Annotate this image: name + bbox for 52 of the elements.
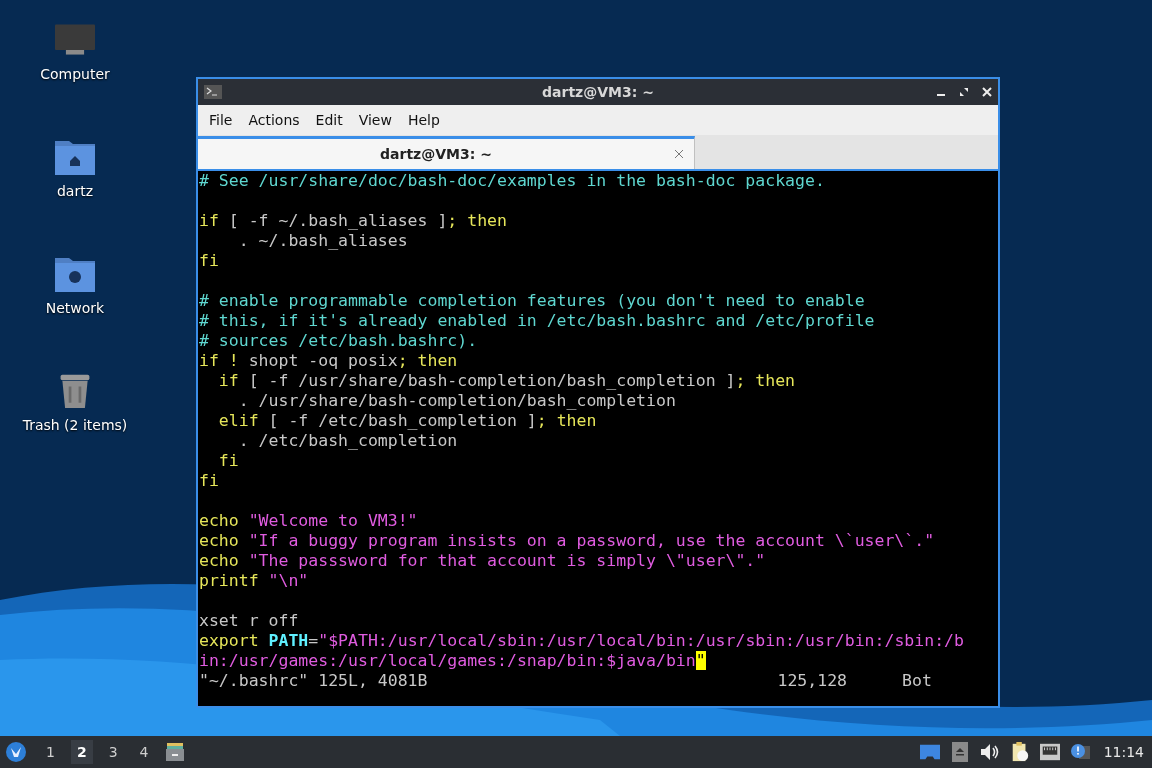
code-line: # See /usr/share/doc/bash-doc/examples in the bash-doc package. <box>199 171 825 191</box>
menu-item[interactable]: File <box>201 112 241 128</box>
menu-item[interactable]: Actions <box>240 112 308 128</box>
desktop-icon-label[interactable]: Trash (2 items) <box>22 417 128 433</box>
desktop-icon-label[interactable]: Computer <box>40 66 110 82</box>
terminal-icon <box>204 85 222 99</box>
code-line: echo "If a buggy program insists on a password, use the account \`user\`." <box>199 531 935 551</box>
notification-icon[interactable] <box>1069 742 1090 762</box>
code-line: printf "\n" <box>199 571 309 591</box>
file-cabinet-icon[interactable] <box>164 742 185 762</box>
desktop-icon-label[interactable]: dartz <box>56 183 94 199</box>
terminal-tab[interactable]: dartz@VM3: ~ <box>198 136 695 169</box>
code-line: echo "Welcome to VM3!" <box>199 511 418 531</box>
clock[interactable]: 11:14 <box>1103 744 1144 760</box>
code-line: if ! shopt -oq posix; then <box>199 351 458 371</box>
desktop-icon-label[interactable]: Network <box>45 300 105 316</box>
code-line: export PATH="$PATH:/usr/local/sbin:/usr/local/bin:/usr/sbin:/usr/bin:/sbin:/b <box>199 631 964 651</box>
code-line: . /etc/bash_completion <box>237 431 458 451</box>
code-line: # enable programmable completion features (you don't need to enable <box>199 291 865 311</box>
code-line: in:/usr/games:/usr/local/games:/snap/bin:$java/bin" <box>199 651 706 671</box>
code-line: echo "The passsword for that account is simply \"user\"." <box>199 551 766 571</box>
code-line: if [ -f ~/.bash_aliases ]; then <box>199 211 507 231</box>
code-line: . ~/.bash_aliases <box>237 231 408 251</box>
home-folder-icon[interactable] <box>55 139 95 175</box>
window-title: dartz@VM3: ~ <box>542 84 654 100</box>
workspace-button[interactable]: 4 <box>133 740 155 764</box>
code-line: fi <box>199 251 219 271</box>
start-menu-icon[interactable] <box>6 742 26 762</box>
code-line: # this, if it's already enabled in /etc/bash.bashrc and /etc/profile <box>199 311 875 331</box>
workspace-button[interactable]: 1 <box>40 740 61 764</box>
volume-icon[interactable] <box>979 742 1000 762</box>
menu-item[interactable]: Help <box>399 112 448 128</box>
maximize-icon[interactable] <box>959 87 969 97</box>
file-info: "~/.bashrc" 125L, 4081B <box>199 671 428 691</box>
code-line: elif [ -f /etc/bash_completion ]; then <box>217 411 597 431</box>
code-line: fi <box>217 451 239 471</box>
cursor-position: 125,128 <box>777 671 848 691</box>
code-line: fi <box>199 471 219 491</box>
network-icon[interactable] <box>1039 742 1060 762</box>
scroll-position: Bot <box>902 671 932 691</box>
code-line: xset r off <box>199 611 299 631</box>
code-line: # sources /etc/bash.bashrc). <box>199 331 478 351</box>
network-folder-icon[interactable] <box>55 256 95 292</box>
computer-icon[interactable] <box>55 22 95 58</box>
screen-icon[interactable] <box>919 742 940 762</box>
menu-item[interactable]: View <box>350 112 400 128</box>
workspace-button[interactable]: 3 <box>102 740 124 764</box>
eject-icon[interactable] <box>949 742 970 762</box>
code-line: if [ -f /usr/share/bash-completion/bash_completion ]; then <box>217 371 796 391</box>
code-line: . /usr/share/bash-completion/bash_completion <box>237 391 676 411</box>
menu-item[interactable]: Edit <box>307 112 351 128</box>
workspace-button[interactable]: 2 <box>70 740 93 764</box>
